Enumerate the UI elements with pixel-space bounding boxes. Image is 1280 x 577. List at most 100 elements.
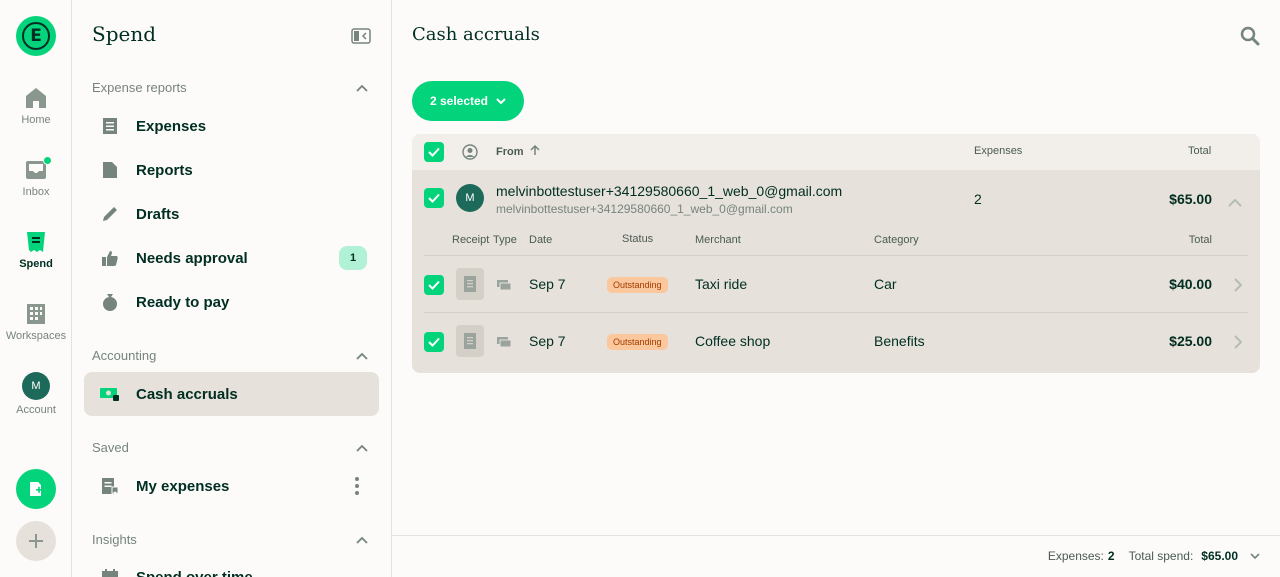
selection-dropdown-button[interactable]: 2 selected — [412, 81, 524, 121]
group-expenses-count: 2 — [974, 191, 982, 207]
chevron-up-icon[interactable] — [1228, 194, 1242, 212]
avatar: M — [456, 184, 484, 212]
sidebar-item-label: Drafts — [136, 205, 180, 223]
sidebar-item-reports[interactable]: Reports — [84, 148, 379, 192]
row-category: Benefits — [874, 333, 925, 349]
column-type: Type — [493, 234, 517, 246]
checkmark-icon — [428, 193, 440, 203]
selection-label: 2 selected — [429, 94, 489, 108]
rail-label-workspaces: Workspaces — [5, 330, 67, 342]
rail-label-inbox: Inbox — [22, 186, 50, 198]
column-category[interactable]: Category — [874, 234, 919, 246]
select-all-checkbox[interactable] — [424, 142, 444, 162]
table-row[interactable]: Sep 7 Outstanding Taxi ride Car $40.00 — [424, 255, 1248, 312]
sidebar-item-label: Reports — [136, 161, 193, 179]
chevron-up-icon — [356, 444, 368, 452]
column-total[interactable]: Total — [1189, 234, 1212, 246]
section-saved[interactable]: Saved — [92, 440, 368, 455]
nav-rail: E Home Inbox Spend Workspaces M Account — [0, 0, 72, 577]
receipt-thumbnail-icon[interactable] — [456, 268, 484, 300]
report-group-row[interactable]: M melvinbottestuser+34129580660_1_web_0@… — [412, 170, 1260, 226]
footer-total-label: Total spend: — [1128, 549, 1194, 563]
sidebar-item-label: Expenses — [136, 117, 207, 135]
rail-label-spend: Spend — [19, 258, 53, 270]
avatar: M — [22, 372, 50, 400]
receipt-icon — [24, 230, 48, 254]
section-expense-reports[interactable]: Expense reports — [92, 80, 368, 95]
row-total: $40.00 — [1169, 276, 1212, 292]
plus-icon — [29, 534, 43, 548]
rail-item-account[interactable]: M Account — [0, 372, 72, 416]
section-label: Saved — [92, 440, 129, 455]
column-from[interactable]: From — [496, 144, 540, 158]
sidebar-item-spend-over-time[interactable]: Spend over time — [84, 555, 379, 577]
footer-summary[interactable]: Expenses: 2 Total spend: $65.00 — [1048, 549, 1260, 563]
thumbs-up-icon — [100, 248, 120, 268]
logo-letter: E — [22, 22, 50, 50]
row-merchant: Coffee shop — [695, 333, 771, 349]
rail-label-home: Home — [21, 114, 51, 126]
rail-label-account: Account — [16, 404, 56, 416]
create-expense-button[interactable] — [16, 469, 56, 509]
sidebar-item-my-expenses[interactable]: My expenses — [84, 464, 379, 508]
row-checkbox[interactable] — [424, 275, 444, 295]
sidebar-item-expenses[interactable]: Expenses — [84, 104, 379, 148]
chevron-up-icon — [356, 536, 368, 544]
new-document-icon — [30, 482, 42, 496]
document-icon — [100, 160, 120, 180]
user-circle-icon — [462, 144, 478, 163]
row-merchant: Taxi ride — [695, 276, 748, 292]
column-date[interactable]: Date — [529, 234, 552, 246]
chevron-right-icon[interactable] — [1234, 335, 1243, 354]
row-date: Sep 7 — [529, 333, 566, 349]
add-button[interactable] — [16, 521, 56, 561]
chevron-up-icon — [356, 84, 368, 92]
cash-type-icon — [497, 278, 512, 296]
group-total: $65.00 — [1169, 191, 1212, 207]
row-checkbox[interactable] — [424, 332, 444, 352]
cash-icon — [100, 384, 120, 404]
group-checkbox[interactable] — [424, 188, 444, 208]
footer-expenses-count: 2 — [1107, 549, 1115, 563]
rail-item-home[interactable]: Home — [0, 86, 72, 126]
section-accounting[interactable]: Accounting — [92, 348, 368, 363]
accruals-table: From Expenses Total M melvinbottestuser+… — [412, 134, 1260, 373]
chevron-right-icon[interactable] — [1234, 278, 1243, 297]
sidebar-item-ready-to-pay[interactable]: Ready to pay — [84, 280, 379, 324]
receipt-thumbnail-icon[interactable] — [456, 325, 484, 357]
expense-subheader: Receipt Type Date Status Merchant Catego… — [412, 226, 1260, 254]
column-merchant[interactable]: Merchant — [695, 234, 741, 246]
rail-item-inbox[interactable]: Inbox — [0, 156, 72, 198]
table-row[interactable]: Sep 7 Outstanding Coffee shop Benefits $… — [424, 312, 1248, 369]
spend-sidebar: Spend Expense reports Expenses Reports D… — [72, 0, 392, 577]
expensify-logo[interactable]: E — [16, 16, 56, 56]
column-expenses[interactable]: Expenses — [974, 145, 1022, 157]
page-title: Cash accruals — [412, 24, 540, 45]
row-date: Sep 7 — [529, 276, 566, 292]
sidebar-item-cash-accruals[interactable]: Cash accruals — [84, 372, 379, 416]
column-status[interactable]: Status — [622, 233, 653, 245]
section-insights[interactable]: Insights — [92, 532, 368, 547]
group-email: melvinbottestuser+34129580660_1_web_0@gm… — [496, 202, 793, 216]
section-label: Accounting — [92, 348, 157, 363]
column-total[interactable]: Total — [1188, 145, 1211, 157]
footer-total-value: $65.00 — [1201, 549, 1238, 563]
sort-arrow-up-icon — [530, 144, 540, 155]
rail-item-spend[interactable]: Spend — [0, 230, 72, 270]
receipt-icon — [100, 116, 120, 136]
inbox-icon — [24, 156, 52, 182]
group-name: melvinbottestuser+34129580660_1_web_0@gm… — [496, 183, 843, 199]
collapse-sidebar-icon[interactable] — [351, 28, 371, 44]
rail-item-workspaces[interactable]: Workspaces — [0, 302, 72, 342]
totals-footer[interactable]: Expenses: 2 Total spend: $65.00 — [392, 535, 1280, 577]
sidebar-item-drafts[interactable]: Drafts — [84, 192, 379, 236]
calendar-icon — [100, 567, 120, 577]
status-badge: Outstanding — [607, 277, 668, 293]
sidebar-item-label: Cash accruals — [136, 385, 238, 403]
building-icon — [24, 302, 48, 326]
sidebar-item-needs-approval[interactable]: Needs approval 1 — [84, 236, 379, 280]
row-total: $25.00 — [1169, 333, 1212, 349]
sidebar-title: Spend — [92, 22, 157, 46]
search-icon[interactable] — [1240, 26, 1260, 46]
more-options-icon[interactable] — [355, 476, 359, 501]
